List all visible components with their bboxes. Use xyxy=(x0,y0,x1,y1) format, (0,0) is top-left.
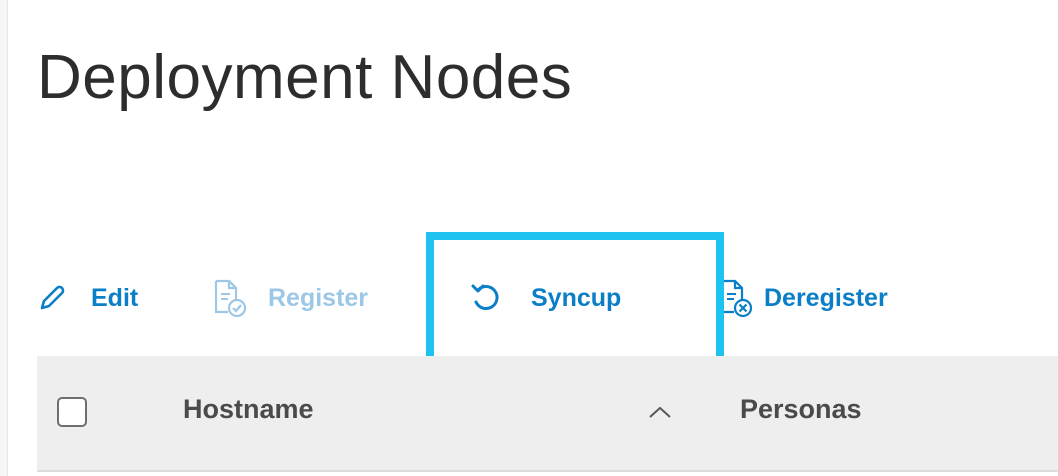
register-label: Register xyxy=(268,283,369,312)
syncup-label: Syncup xyxy=(531,283,622,312)
table-header: Hostname Personas xyxy=(37,356,1058,472)
toolbar: Edit Register Syncup Deregister xyxy=(0,262,1058,332)
deregister-button[interactable]: Deregister xyxy=(718,278,888,318)
left-panel-edge xyxy=(0,0,8,476)
pencil-icon xyxy=(37,283,67,313)
edit-label: Edit xyxy=(91,283,139,312)
sync-icon xyxy=(469,281,503,315)
deregister-document-icon xyxy=(718,278,754,318)
edit-button[interactable]: Edit xyxy=(37,280,138,316)
page-title: Deployment Nodes xyxy=(37,43,573,112)
deregister-label: Deregister xyxy=(764,283,888,312)
deployment-nodes-page: Deployment Nodes Edit Register Syncup De… xyxy=(0,0,1058,476)
column-header-personas[interactable]: Personas xyxy=(740,394,862,425)
register-document-icon xyxy=(212,278,248,318)
column-header-hostname[interactable]: Hostname xyxy=(183,394,314,425)
chevron-up-icon[interactable] xyxy=(647,404,673,420)
select-all-checkbox[interactable] xyxy=(57,397,87,427)
syncup-button[interactable]: Syncup xyxy=(469,280,621,316)
register-button[interactable]: Register xyxy=(212,278,369,318)
